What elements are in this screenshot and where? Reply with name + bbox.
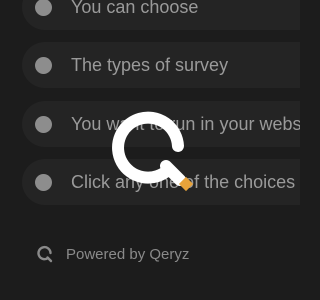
choice-item[interactable]: You want to run in your webs xyxy=(22,101,300,147)
choice-item[interactable]: You can choose xyxy=(22,0,300,30)
qeryz-small-logo-icon xyxy=(37,245,53,263)
choice-label: The types of survey xyxy=(71,55,229,75)
survey-widget: You can choose The types of survey You w… xyxy=(0,0,300,300)
radio-button[interactable] xyxy=(35,0,52,16)
radio-button[interactable] xyxy=(35,116,52,133)
powered-by-text: Powered by Qeryz xyxy=(66,245,190,263)
choice-label: You can choose xyxy=(71,0,199,17)
powered-by-footer[interactable]: Powered by Qeryz xyxy=(36,243,189,265)
choice-label: You want to run in your webs xyxy=(71,114,300,134)
choice-item[interactable]: Click any one of the choices xyxy=(22,159,300,205)
choice-item[interactable]: The types of survey xyxy=(22,42,300,88)
radio-button[interactable] xyxy=(35,57,52,74)
radio-button[interactable] xyxy=(35,174,52,191)
choice-label: Click any one of the choices xyxy=(71,172,296,192)
